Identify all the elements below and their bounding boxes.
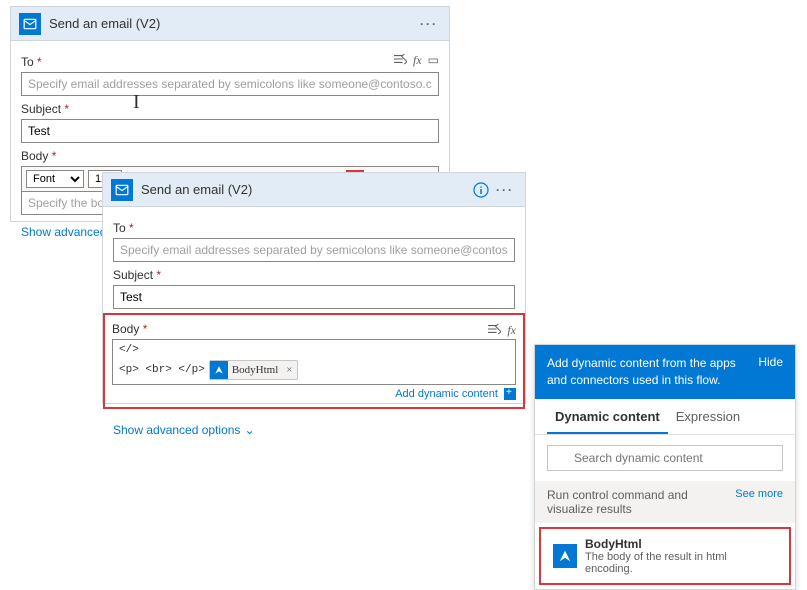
subject-input[interactable] <box>21 119 439 143</box>
result-title: BodyHtml <box>585 537 777 551</box>
body-html-prefix: <p> <br> </p> <box>119 364 205 376</box>
switch-mode-icon[interactable] <box>487 323 501 338</box>
panel-header-text: Add dynamic content from the apps and co… <box>547 355 758 389</box>
dynamic-content-panel: Add dynamic content from the apps and co… <box>534 344 796 590</box>
remove-token-button[interactable]: × <box>282 364 296 376</box>
subject-label: Subject * <box>21 102 439 116</box>
more-icon[interactable]: ··· <box>417 12 441 36</box>
add-dynamic-content-link[interactable]: Add dynamic content <box>395 388 498 400</box>
body-label: Body * <box>112 322 487 336</box>
search-input[interactable] <box>547 445 783 471</box>
body-section-highlight: Body * fx </> <p> <br> </p> BodyHtml × A… <box>103 313 525 409</box>
add-dynamic-icon[interactable] <box>504 388 516 400</box>
card-title: Send an email (V2) <box>49 16 417 31</box>
switch-mode-icon[interactable] <box>393 53 407 68</box>
token-label: BodyHtml <box>228 364 282 376</box>
card-title: Send an email (V2) <box>141 182 469 197</box>
subject-label: Subject * <box>113 268 515 282</box>
to-input[interactable] <box>113 238 515 262</box>
fx-icon[interactable]: fx <box>413 53 422 68</box>
dynamic-token-bodyhtml[interactable]: BodyHtml × <box>209 360 298 380</box>
card-header: Send an email (V2) ··· <box>11 7 449 41</box>
show-advanced-link[interactable]: Show advanced options ⌄ <box>113 423 255 437</box>
email-card-front: Send an email (V2) ··· To * Subject * Bo… <box>102 172 526 404</box>
chevron-down-icon: ⌄ <box>244 423 254 437</box>
tab-expression[interactable]: Expression <box>668 399 748 434</box>
to-label: To * <box>113 221 515 235</box>
result-bodyhtml[interactable]: BodyHtml The body of the result in html … <box>539 527 791 585</box>
see-more-link[interactable]: See more <box>735 488 783 516</box>
result-desc: The body of the result in html encoding. <box>585 551 777 575</box>
panel-header: Add dynamic content from the apps and co… <box>535 345 795 399</box>
result-text: BodyHtml The body of the result in html … <box>585 537 777 575</box>
outlook-icon <box>111 179 133 201</box>
to-input[interactable] <box>21 72 439 96</box>
tab-dynamic-content[interactable]: Dynamic content <box>547 399 668 434</box>
font-select[interactable]: Font <box>26 170 84 188</box>
subject-input[interactable] <box>113 285 515 309</box>
to-label: To * <box>21 55 393 69</box>
body-label: Body * <box>21 149 439 163</box>
results-section-header: Run control command and visualize result… <box>535 481 795 523</box>
add-dynamic-row: Add dynamic content <box>112 388 516 400</box>
card-footer: Show advanced options ⌄ <box>103 409 525 445</box>
card-body: To * Subject * <box>103 207 525 309</box>
panel-tabs: Dynamic content Expression <box>535 399 795 435</box>
body-code-editor[interactable]: </> <p> <br> </p> BodyHtml × <box>112 339 516 385</box>
adx-icon <box>210 361 228 379</box>
fx-icon[interactable]: fx <box>507 323 516 338</box>
more-icon[interactable]: ··· <box>493 178 517 202</box>
code-tag-text: </> <box>119 344 509 356</box>
expand-icon[interactable]: ▭ <box>428 53 439 68</box>
outlook-icon <box>19 13 41 35</box>
hide-button[interactable]: Hide <box>758 355 783 389</box>
card-header: Send an email (V2) ··· <box>103 173 525 207</box>
adx-icon <box>553 544 577 568</box>
info-icon[interactable] <box>469 178 493 202</box>
search-wrap <box>535 435 795 481</box>
section-title: Run control command and visualize result… <box>547 488 735 516</box>
